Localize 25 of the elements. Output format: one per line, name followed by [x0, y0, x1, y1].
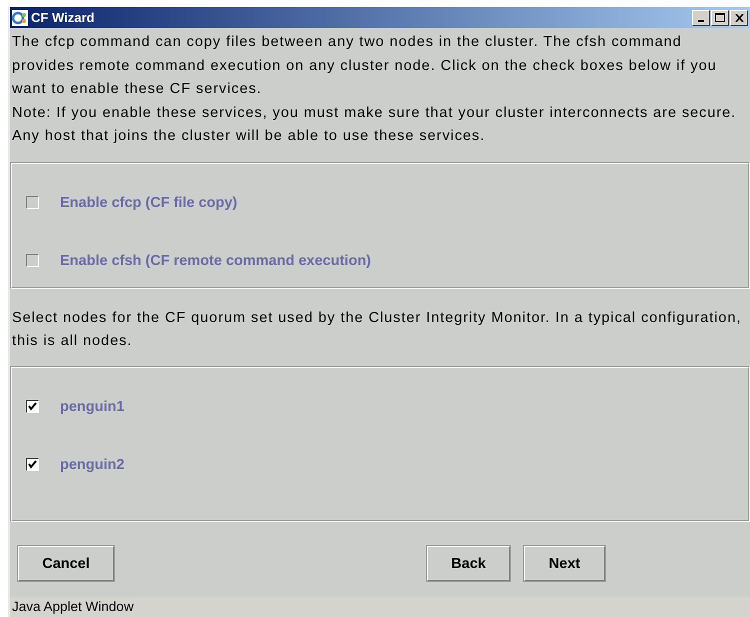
checkbox[interactable]: [26, 400, 39, 413]
close-icon: [734, 14, 744, 22]
back-button[interactable]: Back: [427, 546, 510, 581]
checkbox[interactable]: [26, 196, 39, 209]
checkbox-label[interactable]: Enable cfsh (CF remote command execution): [60, 252, 372, 268]
window-title: CF Wizard: [31, 10, 96, 25]
minimize-button[interactable]: [692, 10, 710, 26]
next-button[interactable]: Next: [524, 546, 605, 581]
description-text: The cfcp command can copy files between any two nodes in the cluster. The cfsh command provides remote command execution on any cluster node. Click on the check boxes below if you want to enable these CF services.: [11, 33, 718, 99]
checkmark-icon: [28, 460, 37, 469]
checkbox[interactable]: [26, 254, 39, 267]
maximize-icon: [715, 13, 725, 22]
app-icon: [12, 10, 28, 26]
checkmark-icon: [28, 402, 37, 411]
description-text: Select nodes for the CF quorum set used by the Cluster Integrity Monitor. In a typical configuration, this is all nodes.: [11, 308, 742, 351]
checkbox[interactable]: [26, 458, 39, 471]
close-button[interactable]: [730, 10, 748, 26]
checkbox-label[interactable]: Enable cfcp (CF file copy): [60, 194, 238, 210]
status-bar: Java Applet Window: [10, 597, 750, 617]
checkbox-label[interactable]: penguin2: [60, 456, 124, 472]
minimize-icon: [698, 20, 704, 22]
cancel-button[interactable]: Cancel: [18, 546, 114, 581]
maximize-button[interactable]: [711, 10, 729, 26]
description-text: Note: If you enable these services, you must make sure that your cluster interconnects are secure. Any host that joins the cluster will be able to use these services.: [11, 104, 738, 146]
checkbox-label[interactable]: penguin1: [60, 398, 124, 414]
